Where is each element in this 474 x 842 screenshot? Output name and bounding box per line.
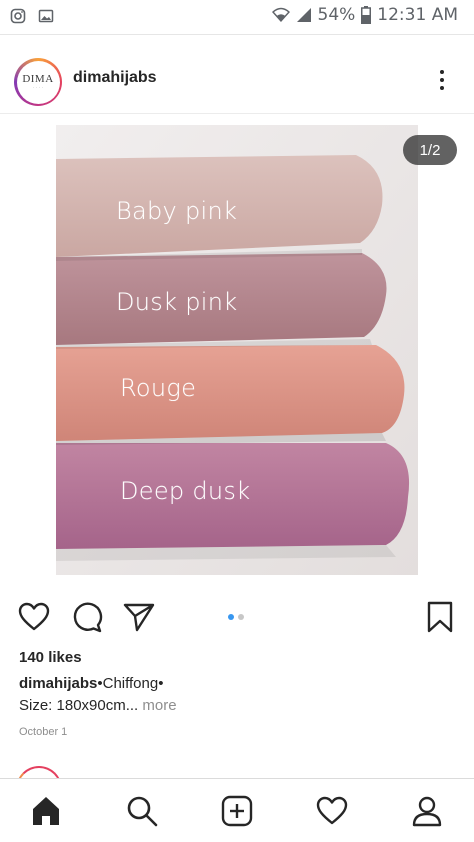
post-actions — [0, 595, 474, 641]
caption: dimahijabs•Chiffong• — [19, 675, 163, 692]
bookmark-icon[interactable] — [422, 599, 458, 635]
profile-icon[interactable] — [407, 791, 447, 831]
post-date: October 1 — [19, 726, 68, 738]
gallery-notification-icon — [38, 8, 54, 24]
header-divider — [0, 113, 474, 114]
search-icon[interactable] — [122, 791, 162, 831]
comment-icon[interactable] — [69, 599, 105, 635]
avatar-brand-text: DIMA — [22, 73, 54, 85]
image-counter-badge: 1/2 — [403, 135, 457, 165]
caption-continued: Size: 180x90cm... more — [19, 697, 177, 714]
signal-icon — [296, 7, 312, 23]
caption-username[interactable]: dimahijabs — [19, 675, 97, 692]
clock: 12:31 AM — [377, 5, 458, 25]
post-header: DIMA · · · · dimahijabs — [0, 48, 474, 112]
carousel-dot-active — [228, 614, 234, 620]
fabric-label-rouge: Rouge — [120, 374, 197, 402]
fabric-label-deep-dusk: Deep dusk — [120, 477, 251, 505]
post-username[interactable]: dimahijabs — [73, 69, 157, 87]
bottom-navigation — [0, 778, 474, 842]
carousel-indicator — [228, 614, 244, 620]
instagram-notification-icon — [10, 8, 26, 24]
avatar-logo-mark: · · · · — [32, 85, 44, 90]
fabric-label-dusk-pink: Dusk pink — [116, 288, 238, 316]
caption-text: •Chiffong• — [97, 675, 164, 692]
status-bar-divider — [0, 34, 474, 35]
battery-icon — [361, 6, 372, 24]
caption-more-link[interactable]: more — [142, 697, 176, 714]
share-icon[interactable] — [121, 599, 157, 635]
caption-size-text: Size: 180x90cm... — [19, 697, 139, 714]
activity-heart-icon[interactable] — [312, 791, 352, 831]
heart-icon[interactable] — [16, 599, 52, 635]
post-image[interactable]: Baby pink Dusk pink Rouge Deep dusk — [56, 125, 418, 575]
battery-percent: 54% — [317, 5, 356, 25]
status-bar: 54% 12:31 AM — [0, 0, 474, 34]
fabric-rouge — [56, 345, 405, 441]
fabric-label-baby-pink: Baby pink — [116, 197, 238, 225]
add-post-icon[interactable] — [217, 791, 257, 831]
wifi-icon — [271, 7, 290, 23]
likes-count[interactable]: 140 likes — [19, 649, 82, 666]
home-icon[interactable] — [26, 791, 66, 831]
avatar[interactable]: DIMA · · · · — [14, 58, 62, 106]
more-options-icon[interactable] — [428, 66, 456, 94]
carousel-dot — [238, 614, 244, 620]
